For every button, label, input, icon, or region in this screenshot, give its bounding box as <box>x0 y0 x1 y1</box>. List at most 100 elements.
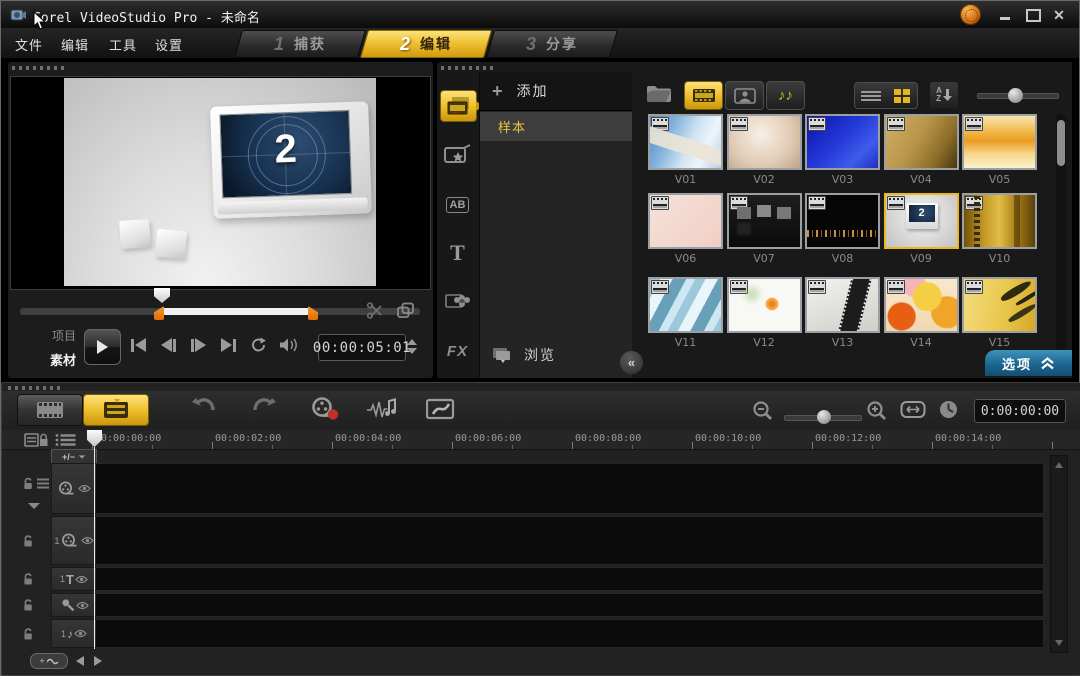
previous-frame-button[interactable] <box>156 336 180 354</box>
timeline-timecode[interactable]: 0:00:00:00 <box>974 399 1066 423</box>
repeat-button[interactable] <box>246 336 270 354</box>
library-thumbnail-V07[interactable]: V07 <box>727 193 802 265</box>
library-thumbnail-V10[interactable]: V10 <box>962 193 1037 265</box>
trim-bar[interactable] <box>20 308 420 315</box>
record-capture-button[interactable] <box>310 397 340 422</box>
zoom-out-button[interactable] <box>752 400 774 422</box>
library-thumbnail-V11[interactable]: V11 <box>648 277 723 349</box>
library-thumbnail-V05[interactable]: V05 <box>962 114 1037 186</box>
video-track-button[interactable] <box>51 463 97 514</box>
preview-timecode[interactable]: 00:00:05:01 <box>318 334 406 361</box>
title-track-content[interactable] <box>96 567 1044 591</box>
step-tab-捕获[interactable]: 1 捕获 <box>234 30 366 58</box>
library-thumbnail-V14[interactable]: V14 <box>884 277 959 349</box>
volume-button[interactable] <box>276 336 302 354</box>
menu-item-3[interactable]: 设置 <box>155 35 183 54</box>
enlarge-preview-button[interactable] <box>396 302 415 324</box>
thumbnail-image[interactable] <box>884 114 959 170</box>
library-thumbnail-V06[interactable]: V06 <box>648 193 723 265</box>
thumbnail-image[interactable] <box>805 193 880 249</box>
video-track-lock-button[interactable] <box>22 477 50 490</box>
library-thumbnail-V12[interactable]: V12 <box>727 277 802 349</box>
options-button[interactable]: 选项 <box>985 350 1072 376</box>
music-track-content[interactable] <box>96 619 1044 648</box>
close-button[interactable]: ✕ <box>1049 8 1069 22</box>
voice-track-content[interactable] <box>96 593 1044 617</box>
title-track-button[interactable]: 1T <box>51 567 97 591</box>
timeline-view-button[interactable] <box>83 394 149 426</box>
video-track-content[interactable] <box>96 463 1044 514</box>
project-duration-button[interactable] <box>938 399 959 420</box>
play-button[interactable] <box>84 329 121 365</box>
slider-thumb[interactable] <box>817 410 831 424</box>
timeline-zoom-slider[interactable] <box>784 415 862 421</box>
music-track-lock-button[interactable] <box>22 627 34 640</box>
step-tab-分享[interactable]: 3 分享 <box>486 30 618 58</box>
scroll-right-button[interactable] <box>94 656 102 666</box>
painting-creator-button[interactable] <box>426 397 458 421</box>
ripple-edit-button[interactable]: + <box>30 653 68 669</box>
thumbnail-image[interactable] <box>962 114 1037 170</box>
thumbnail-image[interactable] <box>648 193 723 249</box>
undo-button[interactable] <box>190 397 216 417</box>
menu-item-1[interactable]: 编辑 <box>61 35 89 54</box>
menu-item-0[interactable]: 文件 <box>15 35 43 54</box>
jog-scrubber[interactable] <box>154 288 170 303</box>
thumbnail-image[interactable] <box>648 277 723 333</box>
instant-project-tab[interactable] <box>440 140 475 170</box>
library-thumbnail-V13[interactable]: V13 <box>805 277 880 349</box>
title-track-lock-button[interactable] <box>22 573 34 586</box>
filter-tab[interactable]: FX <box>440 336 475 366</box>
fit-project-button[interactable] <box>900 400 926 419</box>
scrollbar-thumb[interactable] <box>1057 120 1065 166</box>
scroll-left-button[interactable] <box>76 656 84 666</box>
corel-ball-icon[interactable] <box>960 4 981 25</box>
project-mode-label[interactable]: 项目 <box>46 327 76 344</box>
clip-mode-label[interactable]: 素材 <box>46 350 76 369</box>
minimize-button[interactable] <box>995 8 1015 22</box>
step-tab-编辑[interactable]: 2 编辑 <box>360 30 492 58</box>
folder-item[interactable]: 样本 <box>480 112 633 141</box>
thumbnail-image[interactable] <box>727 277 802 333</box>
trim-start-handle[interactable] <box>154 306 164 320</box>
library-thumbnail-V03[interactable]: V03 <box>805 114 880 186</box>
library-thumbnail-V08[interactable]: V08 <box>805 193 880 265</box>
add-remove-track-button[interactable]: +/− <box>51 449 97 464</box>
voice-track-button[interactable] <box>51 593 97 617</box>
library-thumbnail-V15[interactable]: V15 <box>962 277 1037 349</box>
library-thumbnail-V02[interactable]: V02 <box>727 114 802 186</box>
home-button[interactable] <box>126 336 150 354</box>
library-thumbnail-V09[interactable]: 2V09 <box>884 193 959 265</box>
thumbnail-image[interactable] <box>962 277 1037 333</box>
thumbnail-zoom-slider[interactable] <box>977 93 1059 99</box>
next-frame-button[interactable] <box>186 336 210 354</box>
add-folder-button[interactable]: + 添加 <box>480 72 633 111</box>
thumbnail-image[interactable] <box>805 114 880 170</box>
track-collapse-caret[interactable] <box>28 503 40 509</box>
thumbnail-image[interactable]: 2 <box>884 193 959 249</box>
collapse-folder-panel-button[interactable]: « <box>620 351 643 374</box>
voice-track-lock-button[interactable] <box>22 599 34 612</box>
title-tab[interactable]: T <box>440 238 475 268</box>
thumbnail-image[interactable] <box>884 277 959 333</box>
media-library-tab[interactable] <box>440 90 477 122</box>
library-thumbnail-V01[interactable]: V01 <box>648 114 723 186</box>
sound-mixer-button[interactable] <box>366 397 400 421</box>
timecode-spinner[interactable] <box>406 334 418 359</box>
trim-end-handle[interactable] <box>308 306 318 320</box>
thumbnail-image[interactable] <box>648 114 723 170</box>
thumbnail-image[interactable] <box>962 193 1037 249</box>
overlay-track-button[interactable]: 1 <box>51 516 97 565</box>
end-button[interactable] <box>216 336 240 354</box>
zoom-in-button[interactable] <box>866 400 888 422</box>
thumbnail-image[interactable] <box>805 277 880 333</box>
track-manager-icon[interactable] <box>24 432 48 448</box>
music-track-button[interactable]: 1♪ <box>51 619 97 648</box>
slider-thumb[interactable] <box>1008 88 1023 103</box>
storyboard-view-button[interactable] <box>17 394 83 426</box>
redo-button[interactable] <box>252 397 278 417</box>
split-clip-button[interactable] <box>366 302 384 324</box>
gallery-scrollbar[interactable] <box>1056 114 1066 352</box>
timeline-vertical-scrollbar[interactable] <box>1050 455 1068 653</box>
menu-item-2[interactable]: 工具 <box>109 35 137 54</box>
